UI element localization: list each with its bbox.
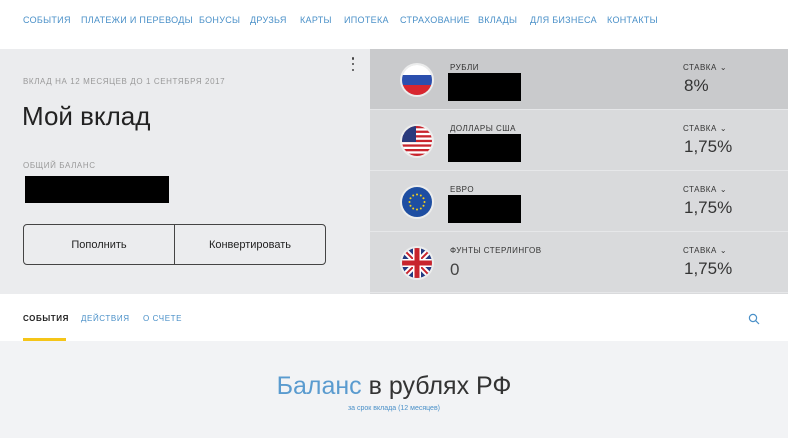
currency-name: Евро: [450, 185, 475, 194]
top-navigation: События Платежи и переводы Бонусы Друзья…: [0, 0, 788, 49]
nav-item-deposits[interactable]: Вклады: [478, 15, 517, 25]
currency-amount: 0: [450, 260, 460, 279]
rate-dropdown[interactable]: Ставка ⌄: [683, 124, 727, 133]
nav-item-friends[interactable]: Друзья: [250, 15, 287, 25]
currency-row-rub[interactable]: Рубли Ставка ⌄ 8%: [370, 49, 788, 110]
currency-amount: [448, 134, 521, 162]
deposit-panel: Вклад на 12 месяцев до 1 сентября 2017 М…: [0, 49, 370, 294]
balance-heading: Баланс в рублях РФ: [0, 372, 788, 401]
topup-button[interactable]: Пополнить: [24, 225, 174, 264]
convert-button[interactable]: Конвертировать: [174, 225, 325, 264]
chevron-down-icon: ⌄: [719, 124, 728, 133]
russia-flag-icon: [402, 65, 432, 95]
currency-amount: [448, 73, 521, 101]
more-menu-icon[interactable]: [349, 57, 357, 71]
currency-amount: [448, 195, 521, 223]
eu-flag-icon: [402, 187, 432, 217]
balance-section: Баланс в рублях РФ за срок вклада (12 ме…: [0, 341, 788, 438]
rate-label: Ставка: [683, 246, 717, 255]
rate-value: 1,75%: [684, 198, 733, 217]
nav-item-mortgage[interactable]: Ипотека: [344, 15, 389, 25]
total-balance-value: [25, 176, 169, 203]
account-tabs: События Действия О счете: [0, 294, 788, 341]
usa-flag-icon: [402, 126, 432, 156]
currency-row-eur[interactable]: Евро Ставка ⌄ 1,75%: [370, 171, 788, 232]
nav-item-business[interactable]: Для бизнеса: [530, 15, 597, 25]
search-icon[interactable]: [748, 312, 760, 325]
tab-events[interactable]: События: [23, 314, 69, 323]
rate-value: 8%: [684, 76, 709, 95]
currency-name: Рубли: [450, 63, 479, 72]
nav-item-bonuses[interactable]: Бонусы: [199, 15, 240, 25]
currency-list: Рубли Ставка ⌄ 8% Доллары США Ставка ⌄ 1,7…: [370, 49, 788, 294]
nav-item-payments[interactable]: Платежи и переводы: [81, 15, 193, 25]
rate-label: Ставка: [683, 124, 717, 133]
balance-period: за срок вклада (12 месяцев): [347, 405, 441, 412]
balance-heading-accent[interactable]: Баланс: [277, 372, 362, 400]
rate-label: Ставка: [683, 185, 717, 194]
rate-label: Ставка: [683, 63, 717, 72]
currency-row-gbp[interactable]: Фунты стерлингов 0 Ставка ⌄ 1,75%: [370, 232, 788, 293]
currency-name: Доллары США: [450, 124, 516, 133]
rate-value: 1,75%: [684, 137, 733, 156]
nav-item-cards[interactable]: Карты: [300, 15, 332, 25]
tab-actions[interactable]: Действия: [81, 314, 130, 323]
rate-dropdown[interactable]: Ставка ⌄: [683, 185, 727, 194]
nav-item-contacts[interactable]: Контакты: [607, 15, 658, 25]
deposit-term: Вклад на 12 месяцев до 1 сентября 2017: [23, 77, 226, 86]
chevron-down-icon: ⌄: [719, 63, 728, 72]
tab-about[interactable]: О счете: [143, 314, 182, 323]
nav-item-events[interactable]: События: [23, 15, 71, 25]
currency-row-usd[interactable]: Доллары США Ставка ⌄ 1,75%: [370, 110, 788, 171]
chevron-down-icon: ⌄: [719, 185, 728, 194]
rate-value: 1,75%: [684, 259, 733, 278]
deposit-actions: Пополнить Конвертировать: [23, 224, 326, 265]
deposit-title: Мой вклад: [22, 101, 151, 131]
total-balance-label: Общий баланс: [23, 161, 96, 170]
currency-name: Фунты стерлингов: [450, 246, 542, 255]
chevron-down-icon: ⌄: [719, 246, 728, 255]
rate-dropdown[interactable]: Ставка ⌄: [683, 63, 727, 72]
rate-dropdown[interactable]: Ставка ⌄: [683, 246, 727, 255]
balance-heading-text: в рублях РФ: [361, 372, 512, 400]
uk-flag-icon: [402, 248, 432, 278]
nav-item-insurance[interactable]: Страхование: [400, 15, 470, 25]
